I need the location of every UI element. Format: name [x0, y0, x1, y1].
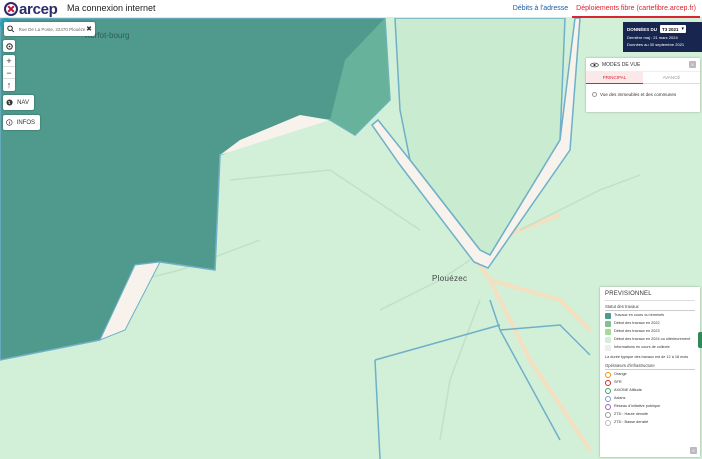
- eye-icon: [590, 62, 599, 67]
- arcep-logo[interactable]: arcep: [4, 0, 58, 18]
- globe-icon: [6, 99, 13, 106]
- tab-debits-adresse[interactable]: Débits à l'adresse: [509, 0, 572, 18]
- legend-status-label: Début des travaux en 2022: [614, 321, 660, 325]
- legend-operator-item[interactable]: AXIONE Altitude: [605, 387, 695, 394]
- legend-title: PREVISIONNEL: [605, 291, 695, 301]
- map-label-town: Plouézec: [432, 274, 468, 283]
- info-icon: [6, 119, 13, 126]
- quarter-select[interactable]: T3 2021 ▾: [660, 25, 687, 33]
- locate-button[interactable]: [3, 40, 15, 52]
- legend-operator-item[interactable]: Axians: [605, 395, 695, 402]
- legend-operator-label: Réseau d'initiative publique: [614, 403, 661, 408]
- logo-mark-icon: [4, 2, 18, 16]
- search-input[interactable]: [18, 26, 86, 32]
- site-title: Ma connexion internet: [67, 3, 156, 13]
- logo-text: arcep: [19, 0, 58, 18]
- chevron-down-icon: ▾: [681, 26, 685, 32]
- legend-operator-label: Orange: [614, 371, 627, 376]
- operator-swatch: [605, 411, 611, 418]
- legend-status-label: Début des travaux en 2023: [614, 329, 660, 333]
- zone-works-done[interactable]: [0, 18, 391, 361]
- legend-operator-label: Axians: [614, 395, 626, 400]
- zone-border-south: [374, 299, 591, 459]
- view-mode-tabs: PRINCIPAL AVANCÉ: [586, 72, 700, 84]
- infos-label: INFOS: [16, 119, 35, 126]
- legend-status-label: Début des travaux en 2024 ou ultérieurem…: [614, 337, 691, 341]
- legend-swatch: [605, 337, 611, 343]
- operator-swatch: [605, 419, 611, 426]
- legend-operator-label: SFR: [614, 379, 622, 384]
- data-date-panel: DONNÉES DU T3 2021 ▾ Dernière maj : 21 m…: [623, 22, 702, 52]
- operator-swatch: [605, 395, 611, 402]
- legend-swatch: [605, 345, 611, 351]
- header-tabs: Débits à l'adresse Déploiements fibre (c…: [509, 0, 700, 18]
- legend-status-title: Statut des travaux: [605, 304, 695, 311]
- legend-status-item[interactable]: Début des travaux en 2023: [605, 329, 695, 335]
- search-icon: [7, 25, 15, 33]
- radio-button[interactable]: [592, 92, 597, 97]
- view-modes-panel: MODES DE VUE X PRINCIPAL AVANCÉ Vue des …: [586, 58, 700, 112]
- tab-principal[interactable]: PRINCIPAL: [586, 72, 643, 84]
- zoom-controls: + − ↑: [3, 55, 15, 91]
- operator-swatch: [605, 387, 611, 394]
- quarter-selected: T3 2021: [662, 26, 679, 32]
- legend-status-item[interactable]: Début des travaux en 2022: [605, 321, 695, 327]
- legend-swatch: [605, 313, 611, 319]
- legend-swatch: [605, 321, 611, 327]
- view-modes-title: MODES DE VUE: [602, 61, 641, 68]
- legend-swatch: [605, 329, 611, 335]
- legend-operator-item[interactable]: ZTD : Basse densité: [605, 419, 695, 426]
- legend-operator-label: AXIONE Altitude: [614, 387, 642, 392]
- legend-panel: PREVISIONNEL Statut des travaux Travaux …: [600, 287, 700, 457]
- legend-operator-label: ZTD : Haute densité: [614, 411, 648, 416]
- tab-avance[interactable]: AVANCÉ: [643, 72, 700, 84]
- address-search[interactable]: ✖: [4, 22, 95, 36]
- operator-swatch: [605, 379, 611, 386]
- operator-swatch: [605, 371, 611, 378]
- legend-operator-label: ZTD : Basse densité: [614, 419, 649, 424]
- legend-status-list: Travaux en cours ou terminés Début des tr…: [605, 313, 695, 351]
- target-icon: [5, 42, 13, 50]
- infos-button[interactable]: INFOS: [3, 115, 40, 130]
- top-bar: arcep Ma connexion internet Débits à l'a…: [0, 0, 702, 18]
- nav-label: NAV: [17, 99, 29, 106]
- compass-button[interactable]: ↑: [3, 79, 15, 91]
- legend-drag-handle[interactable]: [698, 332, 702, 348]
- legend-status-label: Informations en cours de collecte: [614, 345, 670, 349]
- last-update: Dernière maj : 21 mars 2024: [627, 35, 678, 40]
- collapse-legend-button[interactable]: X: [690, 447, 697, 454]
- legend-note: La durée typique des travaux est de 12 à…: [605, 355, 689, 359]
- operator-swatch: [605, 403, 611, 410]
- collapse-view-modes-button[interactable]: X: [689, 61, 696, 68]
- legend-status-item[interactable]: Début des travaux en 2024 ou ultérieurem…: [605, 337, 695, 343]
- zoom-in-button[interactable]: +: [3, 55, 15, 67]
- data-as-of: Données au 30 septembre 2021: [627, 42, 685, 47]
- legend-operator-item[interactable]: Orange: [605, 371, 695, 378]
- legend-operators-list: Orange SFR AXIONE Altitude Axians Réseau d'i…: [605, 371, 695, 426]
- data-date-label: DONNÉES DU: [627, 26, 658, 32]
- nav-button[interactable]: NAV: [3, 95, 34, 110]
- legend-status-item[interactable]: Travaux en cours ou terminés: [605, 313, 695, 319]
- option-label: Vue des immeubles et des communes: [600, 92, 677, 97]
- legend-status-label: Travaux en cours ou terminés: [614, 313, 665, 317]
- zoom-out-button[interactable]: −: [3, 67, 15, 79]
- tab-deploiements-fibre[interactable]: Déploiements fibre (cartefibre.arcep.fr): [572, 0, 700, 18]
- legend-operator-item[interactable]: ZTD : Haute densité: [605, 411, 695, 418]
- legend-status-item[interactable]: Informations en cours de collecte: [605, 345, 695, 351]
- legend-operators-title: Opérateurs d'infrastructure: [605, 363, 695, 370]
- legend-operator-item[interactable]: Réseau d'initiative publique: [605, 403, 695, 410]
- option-buildings-communes[interactable]: Vue des immeubles et des communes: [586, 84, 700, 97]
- close-icon[interactable]: ✖: [86, 25, 92, 33]
- legend-operator-item[interactable]: SFR: [605, 379, 695, 386]
